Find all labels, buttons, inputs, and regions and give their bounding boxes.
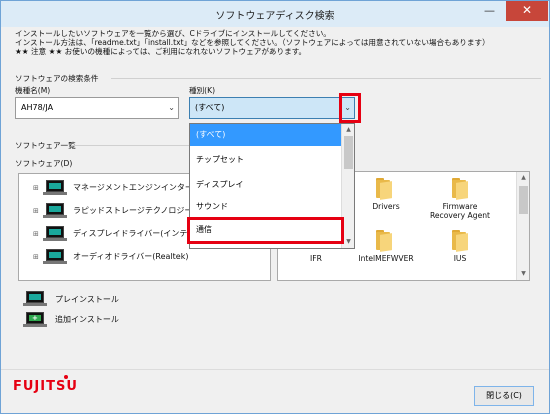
option-highlight xyxy=(187,217,344,244)
software-disc-search-window: ソフトウェアディスク検索 — ✕ インストールしたいソフトウェアを一覧から選び、… xyxy=(0,0,550,414)
type-label: 種別(K) xyxy=(189,86,216,95)
scrollbar-thumb[interactable] xyxy=(519,186,528,214)
logo-dot xyxy=(64,375,68,379)
tree-item-label: ディスプレイドライバー(インテル xyxy=(73,229,196,238)
folder-name[interactable]: IFR xyxy=(302,254,330,263)
expand-icon[interactable]: ⊞ xyxy=(33,184,39,192)
type-value: (すべて) xyxy=(195,103,225,112)
folder-name[interactable]: IntelMEFWVER xyxy=(358,254,414,263)
scroll-up-icon[interactable]: ▲ xyxy=(517,172,530,184)
close-window-button[interactable]: ✕ xyxy=(506,1,548,21)
dropdown-option[interactable]: チップセット xyxy=(190,149,342,171)
preinstall-pc-icon xyxy=(43,226,67,242)
folder-name[interactable]: Drivers xyxy=(364,202,408,211)
dropdown-option[interactable]: サウンド xyxy=(190,196,342,218)
scroll-down-icon[interactable]: ▼ xyxy=(517,268,530,280)
type-combobox[interactable]: (すべて) ⌄ xyxy=(189,97,355,119)
dropdown-option[interactable]: ディスプレイ xyxy=(190,174,342,196)
tree-item-label: オーディオドライバー(Realtek) xyxy=(73,252,189,261)
preinstall-pc-icon xyxy=(43,249,67,265)
search-criteria-label: ソフトウェアの検索条件 xyxy=(15,74,99,83)
preinstall-pc-icon xyxy=(43,180,67,196)
expand-icon[interactable]: ⊞ xyxy=(33,230,39,238)
model-value: AH78/JA xyxy=(21,103,54,112)
expand-icon[interactable]: ⊞ xyxy=(33,207,39,215)
model-label: 機種名(M) xyxy=(15,86,51,95)
scrollbar-thumb[interactable] xyxy=(344,136,353,169)
folder-icon[interactable] xyxy=(374,230,396,252)
scroll-up-icon[interactable]: ▲ xyxy=(342,124,355,136)
preinstall-pc-icon xyxy=(23,291,47,307)
additional-install-pc-icon: + xyxy=(23,312,47,328)
minimize-button[interactable]: — xyxy=(476,1,503,21)
folder-name[interactable]: Firmware Recovery Agent xyxy=(424,202,496,220)
folder-scrollbar[interactable]: ▲ ▼ xyxy=(516,172,529,280)
preinstall-legend-label: プレインストール xyxy=(55,295,119,304)
software-tree-label: ソフトウェア(D) xyxy=(15,159,73,168)
folder-icon[interactable] xyxy=(450,178,472,200)
section-divider xyxy=(111,78,541,79)
software-list-label: ソフトウェア一覧 xyxy=(15,141,76,150)
description-line-3: ★★ 注意 ★★ お使いの機種によっては、ご利用になれないソフトウェアがあります… xyxy=(15,47,307,56)
fujitsu-logo: FUJITSU xyxy=(13,379,78,394)
model-combobox[interactable]: AH78/JA ⌄ xyxy=(15,97,179,119)
folder-icon[interactable] xyxy=(450,230,472,252)
close-button[interactable]: 閉じる(C) xyxy=(474,386,534,406)
window-title: ソフトウェアディスク検索 xyxy=(215,11,335,22)
tree-item[interactable]: ⊞ オーディオドライバー(Realtek) xyxy=(19,247,219,267)
expand-icon[interactable]: ⊞ xyxy=(33,253,39,261)
section-divider xyxy=(71,145,189,146)
preinstall-pc-icon xyxy=(43,203,67,219)
additional-legend-label: 追加インストール xyxy=(55,315,119,324)
tree-item-label: ラピッドストレージテクノロジー(I xyxy=(73,206,198,215)
dropdown-option[interactable]: (すべて) xyxy=(190,124,342,146)
folder-icon[interactable] xyxy=(374,178,396,200)
chevron-down-icon: ⌄ xyxy=(168,103,175,112)
folder-name[interactable]: IUS xyxy=(446,254,474,263)
tree-item-label: マネージメントエンジンインターフ xyxy=(73,183,201,192)
footer-divider xyxy=(1,369,549,370)
title-bar[interactable]: ソフトウェアディスク検索 — ✕ xyxy=(1,1,549,27)
dropdown-arrow-highlight xyxy=(339,93,361,123)
